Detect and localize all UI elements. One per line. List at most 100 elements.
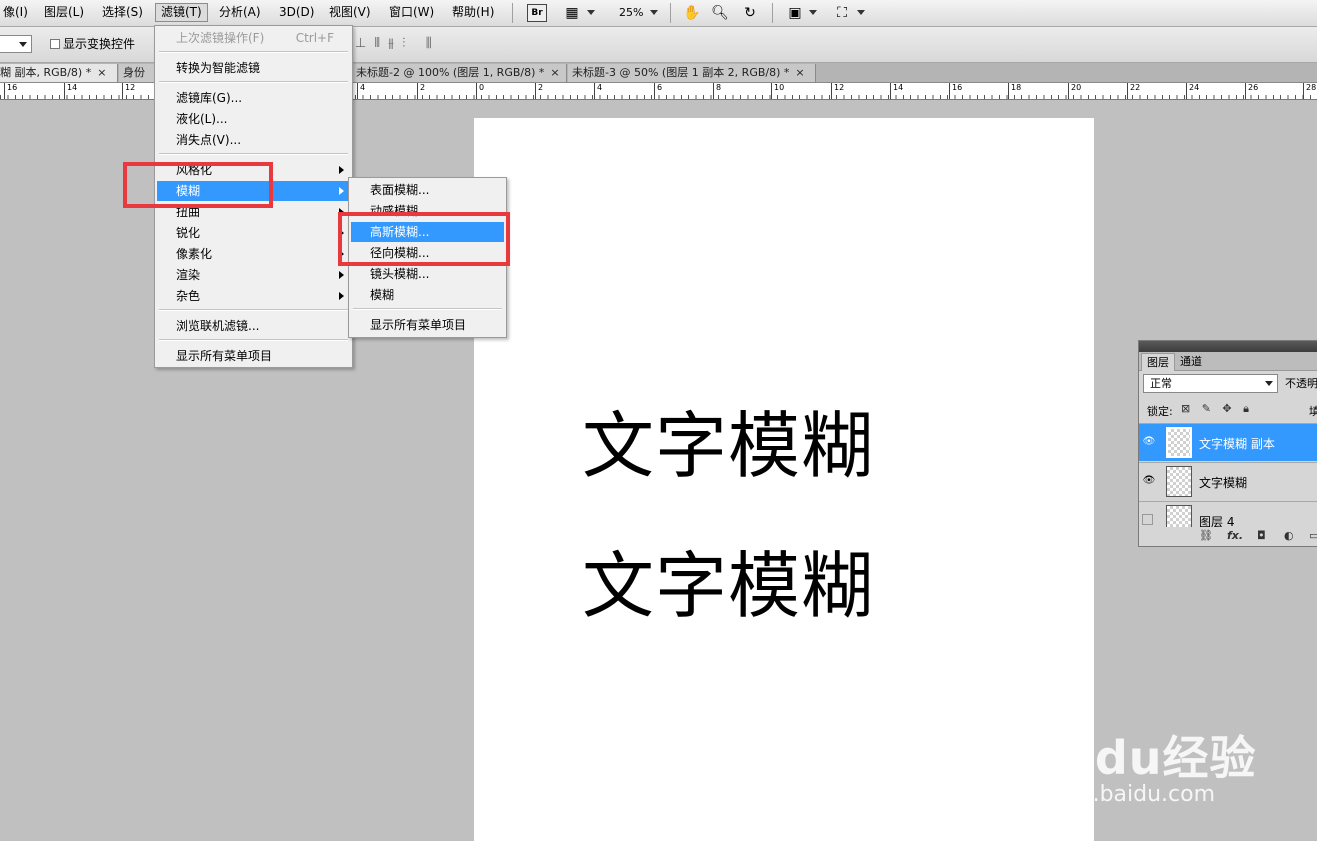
menu-window[interactable]: 窗口(W) — [384, 3, 439, 22]
ruler-label: 22 — [1130, 83, 1141, 92]
menu-item-show-all[interactable]: 显示所有菜单项目 — [157, 346, 350, 366]
screen-mode-icon[interactable]: ⛶ — [833, 4, 851, 22]
panel-tabs: 图层 通道 — [1139, 352, 1317, 371]
chevron-down-icon[interactable] — [857, 10, 865, 15]
menu-item-radial-blur[interactable]: 径向模糊... — [351, 243, 504, 263]
ruler-label: 14 — [67, 83, 78, 92]
opacity-label: 不透明 — [1285, 377, 1317, 390]
submenu-arrow-icon — [339, 229, 344, 237]
layer-row[interactable]: 👁︎ 文字模糊 — [1139, 462, 1317, 500]
menu-item-label: 上次滤镜操作(F) — [176, 31, 265, 45]
menu-item-stylize[interactable]: 风格化 — [157, 160, 350, 180]
rotate-view-icon[interactable]: ↻ — [741, 4, 759, 22]
layers-panel: 图层 通道 正常 不透明 锁定: ⊠ ✎ ✥ 🔒︎ 填 👁︎ 文字模糊 副本 👁… — [1138, 340, 1317, 547]
menu-item-motion-blur[interactable]: 动感模糊... — [351, 201, 504, 221]
menu-item-pixelate[interactable]: 像素化 — [157, 244, 350, 264]
ruler-label: 26 — [1248, 83, 1259, 92]
layer-name: 文字模糊 — [1199, 476, 1248, 490]
ruler-major-tick — [831, 83, 832, 99]
arrange-documents-icon[interactable]: ▣ — [786, 4, 804, 22]
show-transform-checkbox[interactable] — [50, 39, 60, 49]
close-icon[interactable]: × — [550, 66, 559, 79]
ruler-label: 14 — [893, 83, 904, 92]
filmstrip-icon[interactable]: ▦ — [562, 4, 582, 22]
tab-document-2[interactable]: 身份 — [119, 64, 159, 82]
adjustment-layer-icon[interactable]: ◐ — [1284, 529, 1294, 542]
eye-hidden-icon[interactable] — [1142, 514, 1153, 525]
menu-item-blur-simple[interactable]: 模糊 — [351, 285, 504, 305]
ruler-major-tick — [4, 83, 5, 99]
close-icon[interactable]: × — [795, 66, 804, 79]
layer-row[interactable]: 👁︎ 文字模糊 副本 — [1139, 423, 1317, 461]
menu-item-last-filter: 上次滤镜操作(F) Ctrl+F — [157, 28, 350, 48]
ruler-major-tick — [1068, 83, 1069, 99]
layer-row[interactable]: 图层 4 — [1139, 501, 1317, 527]
tab-layers[interactable]: 图层 — [1141, 353, 1175, 371]
menu-3d[interactable]: 3D(D) — [274, 3, 319, 22]
menu-item-sharpen[interactable]: 锐化 — [157, 223, 350, 243]
ruler-major-tick — [122, 83, 123, 99]
tab-label: 糊 副本, RGB/8) * — [0, 66, 92, 79]
new-group-icon[interactable]: ▭ — [1309, 529, 1317, 542]
menu-item-browse-online[interactable]: 浏览联机滤镜... — [157, 316, 350, 336]
lock-icons[interactable]: ⊠ ✎ ✥ 🔒︎ — [1181, 402, 1253, 416]
menu-separator — [353, 308, 502, 310]
panel-title-bar[interactable] — [1139, 341, 1317, 352]
tab-channels[interactable]: 通道 — [1175, 353, 1207, 370]
eye-icon[interactable]: 👁︎ — [1142, 436, 1156, 448]
ruler-major-tick — [64, 83, 65, 99]
ruler-major-tick — [949, 83, 950, 99]
menu-item-label: 渲染 — [176, 268, 201, 282]
menu-analysis[interactable]: 分析(A) — [214, 3, 266, 22]
ruler-label: 8 — [716, 83, 722, 92]
chevron-down-icon[interactable] — [587, 10, 595, 15]
blur-submenu: 表面模糊... 动感模糊... 高斯模糊... 径向模糊... 镜头模糊... … — [348, 177, 507, 338]
menu-select[interactable]: 选择(S) — [97, 3, 148, 22]
document-canvas[interactable]: 文字模糊 文字模糊 — [474, 118, 1094, 841]
menu-image[interactable]: 像(I) — [0, 3, 33, 22]
eye-icon[interactable]: 👁︎ — [1142, 475, 1156, 487]
menu-item-noise[interactable]: 杂色 — [157, 286, 350, 306]
layer-mask-icon[interactable]: ◘ — [1257, 529, 1266, 542]
ruler-major-tick — [476, 83, 477, 99]
link-layers-icon[interactable]: ⛓ — [1199, 529, 1213, 542]
menu-item-surface-blur[interactable]: 表面模糊... — [351, 180, 504, 200]
ruler-label: 2 — [420, 83, 426, 92]
tab-document-4[interactable]: 未标题-3 @ 50% (图层 1 副本 2, RGB/8) * × — [568, 64, 816, 82]
blend-mode-select[interactable]: 正常 — [1143, 374, 1278, 393]
ruler-major-tick — [771, 83, 772, 99]
zoom-level[interactable]: 25% — [619, 4, 643, 22]
tab-document-3[interactable]: 未标题-2 @ 100% (图层 1, RGB/8) * × — [352, 64, 567, 82]
fx-icon[interactable]: fx. — [1227, 529, 1243, 542]
menu-filter[interactable]: 滤镜(T) — [155, 3, 208, 22]
menu-help[interactable]: 帮助(H) — [447, 3, 499, 22]
menu-item-convert-smart-filter[interactable]: 转换为智能滤镜 — [157, 58, 350, 78]
close-icon[interactable]: × — [97, 66, 106, 79]
menu-item-filter-gallery[interactable]: 滤镜库(G)... — [157, 88, 350, 108]
menu-item-distort[interactable]: 扭曲 — [157, 202, 350, 222]
menu-view[interactable]: 视图(V) — [324, 3, 376, 22]
chevron-down-icon[interactable] — [809, 10, 817, 15]
zoom-tool-icon[interactable]: 🔍︎ — [711, 4, 729, 22]
panel-footer: ⛓ fx. ◘ ◐ ▭ — [1139, 528, 1317, 546]
menu-separator — [159, 309, 348, 311]
tab-document-1[interactable]: 糊 副本, RGB/8) * × — [0, 64, 118, 82]
menu-item-show-all[interactable]: 显示所有菜单项目 — [351, 315, 504, 335]
hand-tool-icon[interactable]: ✋ — [683, 4, 701, 22]
align-distribute-icons[interactable]: ⊥ ⫴ ⫵ ⫶ ⫼ — [355, 36, 434, 51]
ruler-major-tick — [417, 83, 418, 99]
menu-item-liquify[interactable]: 液化(L)... — [157, 109, 350, 129]
tool-preset-select[interactable] — [0, 35, 32, 53]
submenu-arrow-icon — [339, 292, 344, 300]
chevron-down-icon[interactable] — [650, 10, 658, 15]
menu-item-vanishing-point[interactable]: 消失点(V)... — [157, 130, 350, 150]
menu-item-lens-blur[interactable]: 镜头模糊... — [351, 264, 504, 284]
bridge-icon[interactable]: Br — [527, 4, 547, 22]
menu-separator — [772, 3, 773, 23]
show-transform-label: 显示变换控件 — [63, 37, 136, 51]
menu-item-render[interactable]: 渲染 — [157, 265, 350, 285]
menu-layer[interactable]: 图层(L) — [39, 3, 89, 22]
menu-separator — [159, 51, 348, 53]
menu-item-blur[interactable]: 模糊 — [157, 181, 350, 201]
menu-item-gaussian-blur[interactable]: 高斯模糊... — [351, 222, 504, 242]
